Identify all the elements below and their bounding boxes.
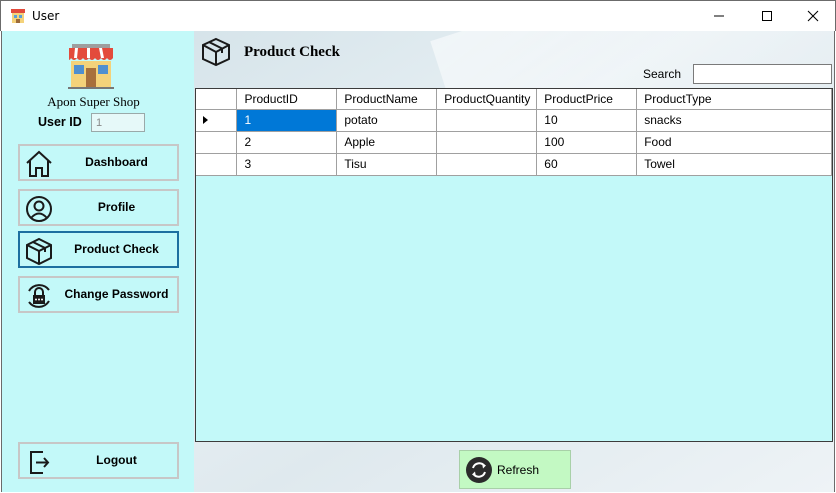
product-check-button[interactable]: Product Check	[18, 231, 179, 268]
home-icon	[26, 150, 52, 177]
store-app-icon	[11, 9, 25, 23]
product-table: ProductID ProductName ProductQuantity Pr…	[196, 89, 832, 176]
box-icon	[26, 237, 52, 266]
table-cell[interactable]: 100	[536, 131, 638, 154]
minimize-icon	[714, 15, 724, 17]
user-id-field[interactable]	[91, 113, 145, 132]
logout-label: Logout	[96, 453, 137, 467]
table-cell[interactable]: potato	[336, 109, 438, 132]
table-header-row: ProductID ProductName ProductQuantity Pr…	[196, 89, 832, 110]
shop-name: Apon Super Shop	[47, 94, 140, 109]
table-cell[interactable]: 10	[536, 109, 638, 132]
page-title: Product Check	[244, 44, 340, 60]
title-bar: User	[0, 0, 836, 31]
column-header-producttype[interactable]: ProductType	[636, 89, 832, 110]
window-title: User	[32, 9, 60, 23]
maximize-icon	[762, 11, 772, 21]
row-header[interactable]	[196, 131, 238, 154]
minimize-button[interactable]	[696, 1, 742, 31]
box-icon	[202, 37, 230, 67]
dashboard-button[interactable]: Dashboard	[18, 144, 179, 181]
maximize-button[interactable]	[744, 1, 790, 31]
table-cell[interactable]: Apple	[336, 131, 438, 154]
product-grid[interactable]: ProductID ProductName ProductQuantity Pr…	[195, 88, 833, 442]
refresh-label: Refresh	[497, 463, 540, 477]
table-cell[interactable]	[436, 109, 538, 132]
column-header-productquantity[interactable]: ProductQuantity	[436, 89, 538, 110]
logout-icon	[30, 451, 50, 474]
search-label: Search	[643, 67, 682, 81]
table-row[interactable]: 3 Tisu 60 Towel	[196, 153, 832, 176]
user-icon	[26, 196, 52, 222]
shop-logo-icon	[68, 44, 114, 89]
table-cell[interactable]	[436, 131, 538, 154]
profile-label: Profile	[97, 200, 136, 214]
row-header[interactable]	[196, 109, 238, 132]
refresh-button[interactable]: Refresh	[459, 450, 571, 489]
table-cell[interactable]: 60	[536, 153, 638, 176]
product-check-label: Product Check	[74, 242, 159, 256]
table-cell[interactable]: Food	[636, 131, 832, 154]
lock-refresh-icon	[28, 284, 50, 308]
table-cell[interactable]: Towel	[636, 153, 832, 176]
main-panel: Product Check Search ProductID ProductNa…	[194, 31, 835, 492]
column-header-productid[interactable]: ProductID	[236, 89, 338, 110]
profile-button[interactable]: Profile	[18, 189, 179, 226]
table-row[interactable]: 2 Apple 100 Food	[196, 131, 832, 154]
row-header[interactable]	[196, 153, 238, 176]
table-cell[interactable]	[436, 153, 538, 176]
change-password-button[interactable]: Change Password	[18, 276, 179, 313]
search-input[interactable]	[693, 64, 832, 84]
sidebar: Apon Super Shop User ID Dashboard Profil…	[1, 31, 194, 492]
table-cell[interactable]: Tisu	[336, 153, 438, 176]
column-header-productprice[interactable]: ProductPrice	[536, 89, 638, 110]
refresh-icon	[466, 457, 492, 483]
column-header-productname[interactable]: ProductName	[336, 89, 438, 110]
close-icon	[807, 10, 819, 22]
table-row[interactable]: 1 potato 10 snacks	[196, 109, 832, 132]
table-cell[interactable]: 3	[236, 153, 338, 176]
close-button[interactable]	[790, 1, 836, 31]
user-id-label: User ID	[38, 115, 82, 129]
table-cell[interactable]: 2	[236, 131, 338, 154]
table-cell[interactable]: snacks	[636, 109, 832, 132]
dashboard-label: Dashboard	[85, 155, 148, 169]
logout-button[interactable]: Logout	[18, 442, 179, 479]
current-row-arrow-icon	[203, 116, 208, 124]
change-password-label: Change Password	[64, 287, 169, 301]
row-header-corner	[196, 89, 238, 110]
table-cell[interactable]: 1	[236, 109, 338, 132]
